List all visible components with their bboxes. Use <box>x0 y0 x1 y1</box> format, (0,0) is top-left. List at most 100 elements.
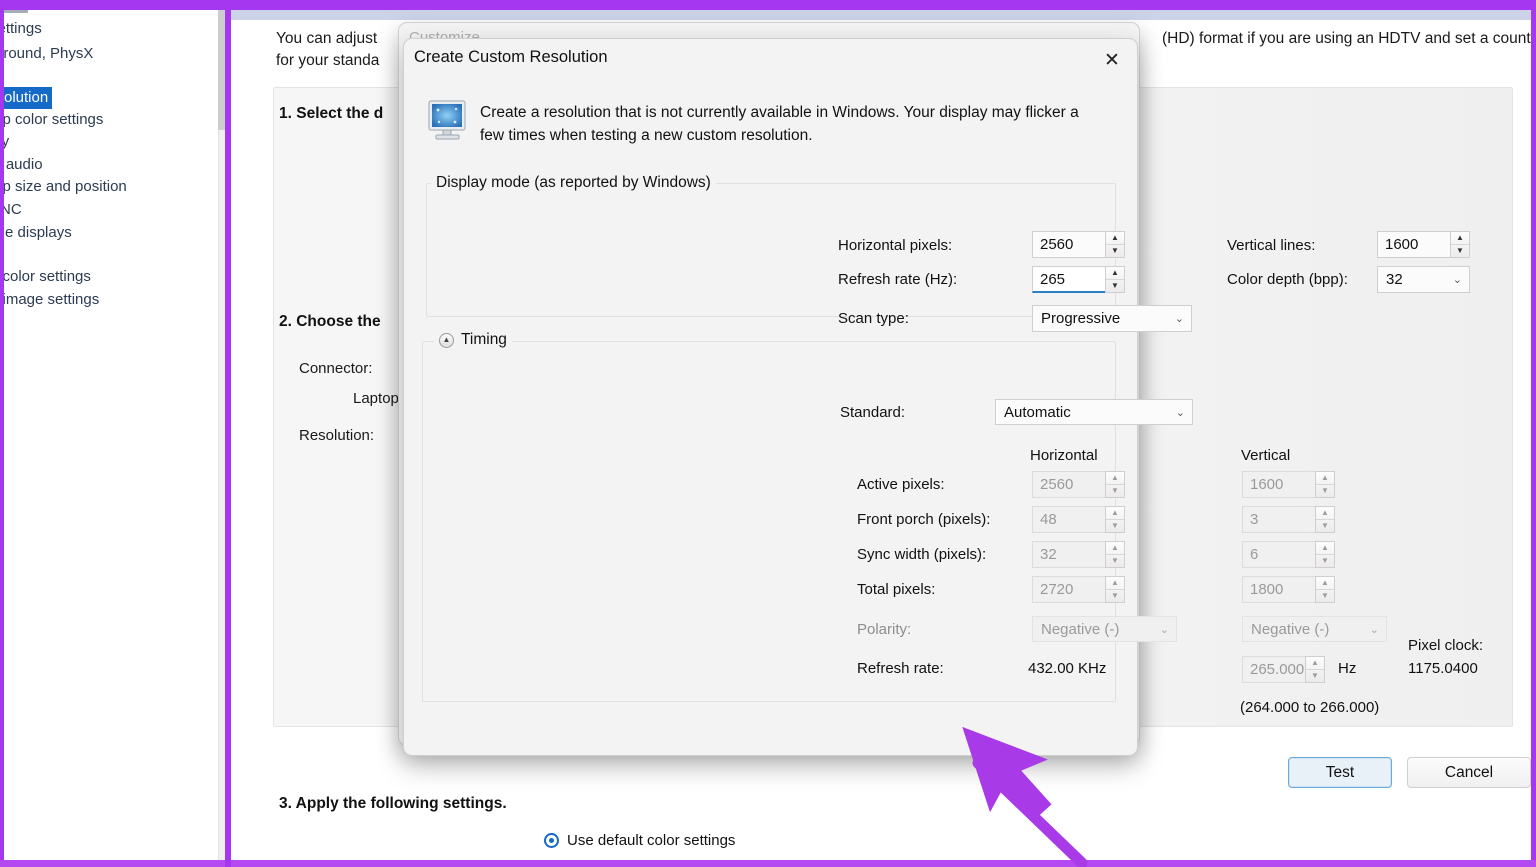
timing-horizontal-stepper[interactable]: 32 ▲ ▼ <box>1032 541 1125 568</box>
vertical-lines-stepper[interactable]: 1600 ▲ ▼ <box>1377 231 1470 258</box>
spin-down-icon[interactable]: ▼ <box>1106 555 1124 567</box>
sidebar-item-label: o color settings <box>4 268 91 285</box>
collapse-up-icon[interactable]: ▲ <box>439 332 454 348</box>
page-intro-right: (HD) format if you are using an HDTV and… <box>1162 30 1531 47</box>
sidebar-item-8[interactable]: iple displays <box>4 222 76 244</box>
test-button[interactable]: Test <box>1288 757 1392 788</box>
spin-up-icon[interactable]: ▲ <box>1106 232 1124 245</box>
spin-down-icon[interactable]: ▼ <box>1106 590 1124 602</box>
sidebar-item-label: lay <box>4 133 10 150</box>
sidebar-scrollbar-thumb[interactable] <box>218 10 225 130</box>
chevron-down-icon: ⌄ <box>1175 406 1185 419</box>
sidebar-item-3[interactable]: top color settings <box>4 109 107 131</box>
polarity-label: Polarity: <box>857 621 912 638</box>
resolution-label: Resolution: <box>299 427 375 444</box>
timing-stepper-arrows[interactable]: ▲ ▼ <box>1315 576 1335 603</box>
spin-up-icon[interactable]: ▲ <box>1451 232 1469 245</box>
timing-vertical-value[interactable]: 6 <box>1242 541 1315 568</box>
cancel-button[interactable]: Cancel <box>1407 757 1531 788</box>
vertical-lines-arrows[interactable]: ▲ ▼ <box>1450 231 1470 258</box>
sidebar-scrollbar[interactable] <box>218 10 225 867</box>
spin-down-icon[interactable]: ▼ <box>1316 590 1334 602</box>
spin-down-icon[interactable]: ▼ <box>1106 485 1124 497</box>
sidebar-item-4[interactable]: lay <box>4 131 13 153</box>
spin-up-icon[interactable]: ▲ <box>1106 472 1124 485</box>
spin-down-icon[interactable]: ▼ <box>1106 245 1124 257</box>
horizontal-pixels-stepper[interactable]: 2560 ▲ ▼ <box>1032 231 1125 258</box>
sidebar-item-10[interactable]: o image settings <box>4 289 103 311</box>
timing-vertical-value[interactable]: 3 <box>1242 506 1315 533</box>
timing-vertical-value[interactable]: 1800 <box>1242 576 1315 603</box>
timing-refresh-rate-vertical-stepper[interactable]: 265.000 ▲ ▼ <box>1242 656 1325 683</box>
spin-down-icon[interactable]: ▼ <box>1106 520 1124 532</box>
vertical-lines-value[interactable]: 1600 <box>1377 231 1450 258</box>
spin-up-icon[interactable]: ▲ <box>1306 657 1324 670</box>
spin-up-icon[interactable]: ▲ <box>1106 577 1124 590</box>
sidebar-item-label: top color settings <box>4 111 104 128</box>
color-depth-value: 32 <box>1386 271 1403 288</box>
frame-left <box>0 0 4 867</box>
spin-down-icon[interactable]: ▼ <box>1106 280 1124 292</box>
spin-down-icon[interactable]: ▼ <box>1451 245 1469 257</box>
timing-refresh-rate-arrows[interactable]: ▲ ▼ <box>1305 656 1325 683</box>
polarity-horizontal-select[interactable]: Negative (-) ⌄ <box>1032 616 1177 642</box>
timing-refresh-rate-vertical-value[interactable]: 265.000 <box>1242 656 1305 683</box>
radio-use-default-color-settings[interactable]: Use default color settings <box>544 832 735 849</box>
timing-vertical-stepper[interactable]: 1800 ▲ ▼ <box>1242 576 1335 603</box>
timing-stepper-arrows[interactable]: ▲ ▼ <box>1315 506 1335 533</box>
timing-stepper-arrows[interactable]: ▲ ▼ <box>1105 541 1125 568</box>
standard-label: Standard: <box>840 404 906 421</box>
timing-stepper-arrows[interactable]: ▲ ▼ <box>1105 506 1125 533</box>
horizontal-pixels-arrows[interactable]: ▲ ▼ <box>1105 231 1125 258</box>
sidebar-item-5[interactable]: al audio <box>4 154 47 176</box>
sidebar-item-label: iple displays <box>4 224 72 241</box>
timing-stepper-arrows[interactable]: ▲ ▼ <box>1105 576 1125 603</box>
timing-stepper-arrows[interactable]: ▲ ▼ <box>1315 541 1335 568</box>
sidebar-item-2[interactable]: olution <box>4 87 53 109</box>
spin-up-icon[interactable]: ▲ <box>1316 472 1334 485</box>
sidebar-item-9[interactable]: o color settings <box>4 266 95 288</box>
spin-down-icon[interactable]: ▼ <box>1316 555 1334 567</box>
refresh-rate-hz-arrows[interactable]: ▲ ▼ <box>1105 266 1125 293</box>
dialog-title: Create Custom Resolution <box>414 48 608 66</box>
spin-up-icon[interactable]: ▲ <box>1106 267 1124 280</box>
step-3-heading: 3. Apply the following settings. <box>279 795 507 812</box>
timing-horizontal-stepper[interactable]: 48 ▲ ▼ <box>1032 506 1125 533</box>
page-intro-line1: You can adjust <box>276 30 378 47</box>
timing-vertical-value[interactable]: 1600 <box>1242 471 1315 498</box>
refresh-rate-range: (264.000 to 266.000) <box>1240 699 1380 716</box>
timing-stepper-arrows[interactable]: ▲ ▼ <box>1315 471 1335 498</box>
timing-horizontal-value[interactable]: 32 <box>1032 541 1105 568</box>
timing-horizontal-value[interactable]: 48 <box>1032 506 1105 533</box>
sidebar-item-0[interactable]: settings <box>4 18 46 40</box>
spin-up-icon[interactable]: ▲ <box>1316 542 1334 555</box>
timing-horizontal-value[interactable]: 2560 <box>1032 471 1105 498</box>
sidebar-item-6[interactable]: top size and position <box>4 176 131 198</box>
polarity-vertical-select[interactable]: Negative (-) ⌄ <box>1242 616 1387 642</box>
timing-vertical-stepper[interactable]: 3 ▲ ▼ <box>1242 506 1335 533</box>
timing-vertical-stepper[interactable]: 1600 ▲ ▼ <box>1242 471 1335 498</box>
spin-down-icon[interactable]: ▼ <box>1316 485 1334 497</box>
sidebar-item-1[interactable]: urround, PhysX <box>4 43 97 65</box>
timing-vertical-stepper[interactable]: 6 ▲ ▼ <box>1242 541 1335 568</box>
timing-group-title[interactable]: ▲ Timing <box>434 331 512 349</box>
timing-horizontal-value[interactable]: 2720 <box>1032 576 1105 603</box>
refresh-rate-hz-stepper[interactable]: 265 ▲ ▼ <box>1032 266 1125 293</box>
timing-stepper-arrows[interactable]: ▲ ▼ <box>1105 471 1125 498</box>
sidebar-item-7[interactable]: YNC <box>4 199 26 221</box>
spin-down-icon[interactable]: ▼ <box>1306 670 1324 682</box>
horizontal-pixels-value[interactable]: 2560 <box>1032 231 1105 258</box>
spin-up-icon[interactable]: ▲ <box>1106 542 1124 555</box>
refresh-rate-hz-value[interactable]: 265 <box>1032 266 1105 293</box>
standard-select[interactable]: Automatic ⌄ <box>995 399 1193 425</box>
timing-horizontal-stepper[interactable]: 2720 ▲ ▼ <box>1032 576 1125 603</box>
spin-up-icon[interactable]: ▲ <box>1316 507 1334 520</box>
display-mode-group-title: Display mode (as reported by Windows) <box>431 174 716 192</box>
spin-up-icon[interactable]: ▲ <box>1106 507 1124 520</box>
color-depth-select[interactable]: 32 ⌄ <box>1377 266 1470 293</box>
timing-horizontal-stepper[interactable]: 2560 ▲ ▼ <box>1032 471 1125 498</box>
scan-type-select[interactable]: Progressive ⌄ <box>1032 305 1192 332</box>
spin-down-icon[interactable]: ▼ <box>1316 520 1334 532</box>
close-icon[interactable]: ✕ <box>1095 45 1129 75</box>
spin-up-icon[interactable]: ▲ <box>1316 577 1334 590</box>
